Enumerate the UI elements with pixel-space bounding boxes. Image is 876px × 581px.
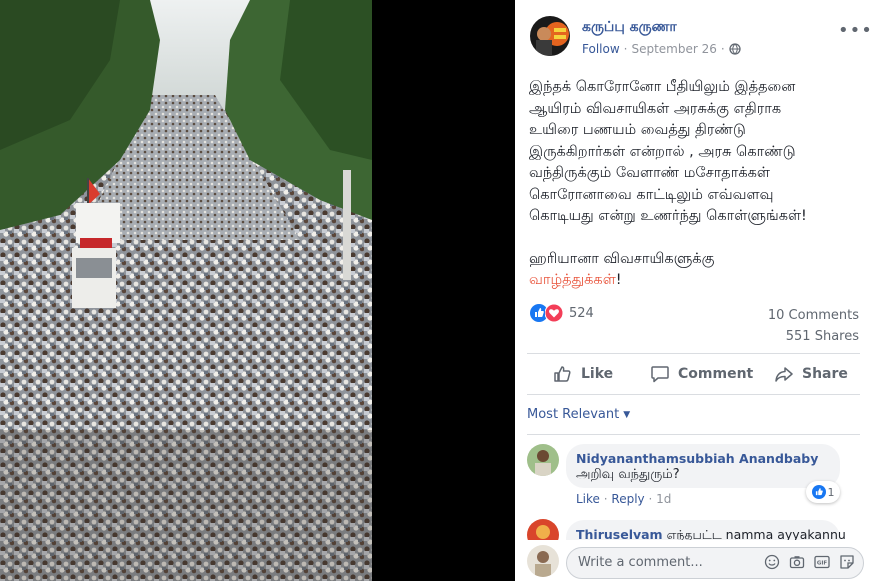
reaction-count: 524	[569, 305, 594, 321]
crowd-photo	[0, 0, 372, 581]
separator-dot: ·	[720, 42, 725, 56]
sticker-icon[interactable]	[839, 554, 855, 570]
post-line: கொரோனாவை காட்டிலும் எவ்வளவு	[529, 186, 774, 203]
love-reaction-icon	[545, 304, 563, 322]
more-options-icon[interactable]: •••	[838, 20, 873, 41]
share-icon	[775, 367, 793, 382]
share-button[interactable]: Share	[774, 364, 848, 384]
gif-icon[interactable]: GIF	[814, 554, 830, 570]
author-avatar-image	[530, 16, 570, 56]
post-line: உயிரை பணயம் வைத்து திரண்டு	[529, 122, 746, 138]
post-meta: Follow · September 26 ·	[582, 42, 741, 56]
globe-icon	[729, 43, 741, 55]
author-avatar[interactable]	[530, 16, 570, 56]
comment-actions: Like · Reply · 1d	[576, 492, 671, 506]
post-line: ஆயிரம் விவசாயிகள் அரசுக்கு எதிராக	[529, 100, 782, 117]
comment-separator: ·	[648, 492, 653, 506]
svg-text:GIF: GIF	[817, 561, 828, 567]
divider	[527, 434, 860, 435]
comments-count-link[interactable]: 10 Comments	[768, 305, 859, 326]
reaction-summary[interactable]: 524	[530, 304, 594, 322]
comment-reaction-count: 1	[827, 485, 835, 499]
post-greeting: வாழ்த்துக்கள்!	[529, 270, 864, 292]
shares-count-link[interactable]: 551 Shares	[768, 326, 859, 347]
commenter-avatar-image	[527, 444, 559, 476]
composer-icons: GIF	[764, 554, 855, 570]
commenter-avatar[interactable]	[527, 444, 559, 476]
comment-icon	[651, 366, 669, 383]
like-label: Like	[581, 366, 614, 382]
post-line: வந்திருக்கும் வேளாண் மசோதாக்கள்	[529, 165, 770, 181]
divider	[527, 394, 860, 395]
post-photo[interactable]	[0, 0, 372, 581]
like-reaction-icon	[811, 485, 826, 499]
comment-input[interactable]: Write a comment... GIF	[566, 547, 864, 579]
comment-reaction-badge[interactable]: 1	[806, 481, 840, 503]
photo-viewer	[0, 0, 515, 581]
thumbs-up-icon	[554, 366, 571, 382]
comment-sort-dropdown[interactable]: Most Relevant ▼	[527, 407, 630, 422]
comment-input-placeholder: Write a comment...	[578, 555, 703, 570]
divider	[527, 353, 860, 354]
comment-separator: ·	[603, 492, 608, 506]
post-date[interactable]: September 26	[631, 42, 716, 56]
viewer-avatar-image	[527, 545, 559, 577]
greeting-suffix: !	[615, 272, 622, 288]
post-line: இந்தக் கொரோனோ பீதியிலும் இத்தனை	[529, 79, 796, 95]
post-line: கொடியது என்று உணர்ந்து கொள்ளுங்கள்!	[529, 208, 807, 224]
post-line: இருக்கிறார்கள் என்றால் , அரசு கொண்டு	[529, 143, 796, 160]
meta-separator: ·	[623, 42, 628, 56]
post-stats: 10 Comments 551 Shares	[768, 305, 859, 347]
caret-down-icon: ▼	[623, 409, 631, 420]
post-closing-line: ஹரியானா விவசாயிகளுக்கு	[529, 250, 715, 267]
camera-icon[interactable]	[789, 554, 805, 570]
post-author-name[interactable]: கருப்பு கருணா	[582, 19, 677, 37]
post-text: இந்தக் கொரோனோ பீதியிலும் இத்தனை ஆயிரம் வ…	[529, 77, 864, 292]
comment-like-link[interactable]: Like	[576, 492, 600, 506]
like-button[interactable]: Like	[553, 364, 613, 384]
viewer-avatar[interactable]	[527, 545, 559, 577]
comment-time[interactable]: 1d	[656, 492, 671, 506]
comment-text: அறிவு வந்துரும்?	[576, 467, 680, 482]
comment-sort-label: Most Relevant	[527, 407, 620, 422]
highlight-word[interactable]: வாழ்த்துக்கள்	[529, 272, 616, 288]
comment-label: Comment	[678, 366, 754, 382]
share-label: Share	[802, 366, 848, 382]
comment-button[interactable]: Comment	[650, 364, 753, 384]
follow-link[interactable]: Follow	[582, 42, 620, 56]
comment-author[interactable]: Nidyananthamsubbiah Anandbaby	[576, 451, 818, 466]
emoji-icon[interactable]	[764, 554, 780, 570]
comment-reply-link[interactable]: Reply	[611, 492, 644, 506]
